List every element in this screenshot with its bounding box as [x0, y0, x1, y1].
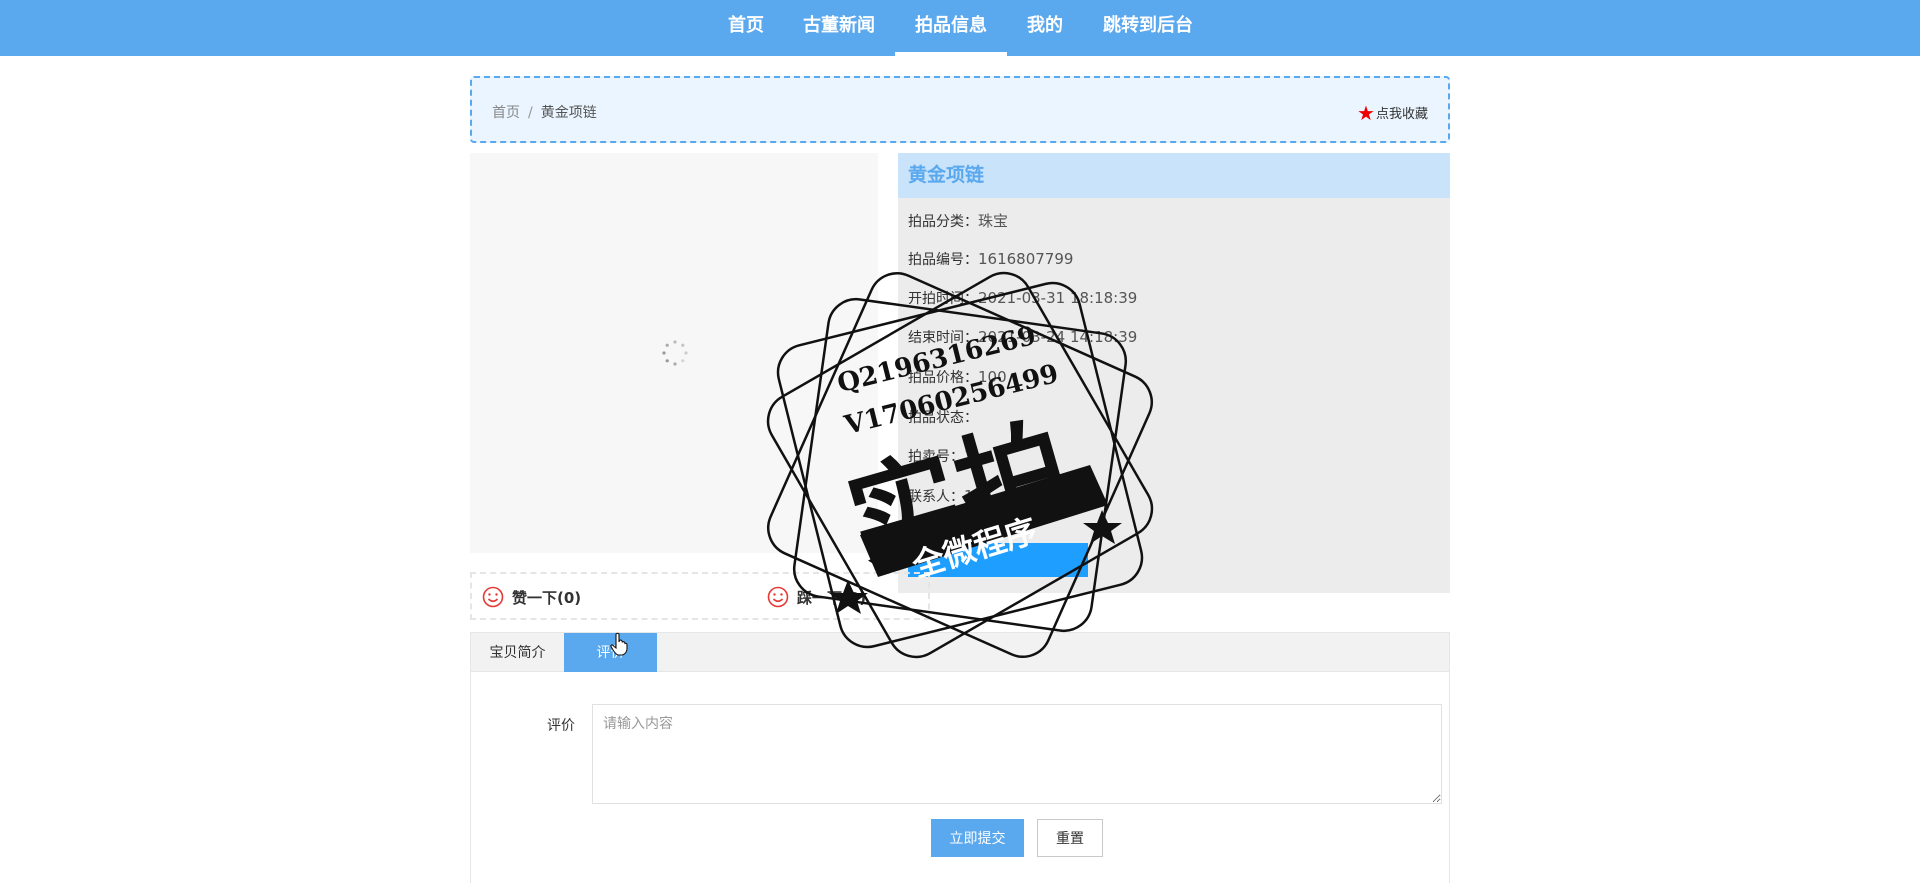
nav-item-mine[interactable]: 我的	[1020, 0, 1070, 56]
field-label: 开拍时间：	[908, 291, 978, 307]
field-start-time: 开拍时间：2021-03-31 18:18:39	[908, 288, 1137, 308]
field-value: 2021-03-31 18:18:39	[978, 289, 1138, 307]
face-icon	[767, 586, 789, 608]
field-auction-number: 拍卖号：1	[908, 446, 974, 466]
field-end-time: 结束时间：2021-03-24 14:18:39	[908, 327, 1137, 347]
dislike-button[interactable]: 踩一下(0)	[767, 586, 866, 608]
breadcrumb: 首页 / 黄金项链	[492, 102, 597, 122]
dislike-label: 踩一下(0)	[797, 589, 867, 607]
field-price: 拍品价格：100	[908, 367, 1007, 387]
top-nav: 首页 古董新闻 拍品信息 我的 跳转到后台	[0, 0, 1920, 56]
field-label: 联系人：	[908, 489, 964, 505]
nav-item-home[interactable]: 首页	[716, 0, 776, 56]
star-icon: ★	[1357, 101, 1375, 125]
product-image-area	[470, 153, 878, 553]
field-label: 结束时间：	[908, 330, 978, 346]
smile-icon	[482, 586, 504, 608]
field-value: 珠宝	[978, 212, 1009, 230]
field-label: 拍品状态：	[908, 410, 978, 426]
vote-bar: 赞一下(0) 踩一下(0)	[470, 572, 930, 620]
field-label: 拍品分类：	[908, 214, 978, 230]
review-textarea[interactable]	[592, 704, 1442, 804]
breadcrumb-home[interactable]: 首页	[492, 105, 520, 121]
field-lot-number: 拍品编号：1616807799	[908, 249, 1073, 269]
bid-button[interactable]	[908, 543, 1088, 577]
nav-item-lot-info[interactable]: 拍品信息	[895, 0, 1007, 56]
breadcrumb-current: 黄金项链	[540, 105, 597, 121]
field-contact: 联系人：13	[908, 486, 983, 506]
breadcrumb-separator: /	[528, 105, 533, 121]
hand-cursor-icon	[610, 632, 628, 656]
field-label: 拍品编号：	[908, 252, 978, 268]
tab-description[interactable]: 宝贝简介	[471, 633, 564, 673]
field-value: 13	[964, 487, 984, 505]
review-panel: 评价 立即提交 重置	[470, 672, 1450, 883]
field-status: 拍品状态：	[908, 407, 978, 427]
field-label: 拍品价格：	[908, 370, 978, 386]
nav-item-antique-news[interactable]: 古董新闻	[796, 0, 882, 56]
review-label: 评价	[547, 718, 575, 734]
reset-button[interactable]: 重置	[1037, 819, 1103, 857]
favorite-button[interactable]: ★点我收藏	[1357, 101, 1428, 125]
submit-button[interactable]: 立即提交	[931, 819, 1024, 857]
like-label: 赞一下(0)	[512, 589, 582, 607]
loading-spinner-icon	[662, 340, 688, 366]
field-label: 拍卖号：	[908, 449, 964, 465]
product-title: 黄金项链	[898, 153, 1450, 198]
field-category: 拍品分类：珠宝	[908, 210, 1008, 231]
field-value: 1	[964, 447, 974, 465]
field-value: 100	[978, 368, 1007, 386]
like-button[interactable]: 赞一下(0)	[482, 586, 581, 608]
favorite-label: 点我收藏	[1375, 107, 1428, 122]
nav-item-admin[interactable]: 跳转到后台	[1096, 0, 1200, 56]
field-value: 1616807799	[978, 250, 1074, 268]
product-info-panel: 黄金项链 拍品分类：珠宝 拍品编号：1616807799 开拍时间：2021-0…	[898, 153, 1450, 593]
breadcrumb-box: 首页 / 黄金项链 ★点我收藏	[470, 76, 1450, 143]
field-value: 2021-03-24 14:18:39	[978, 328, 1138, 346]
